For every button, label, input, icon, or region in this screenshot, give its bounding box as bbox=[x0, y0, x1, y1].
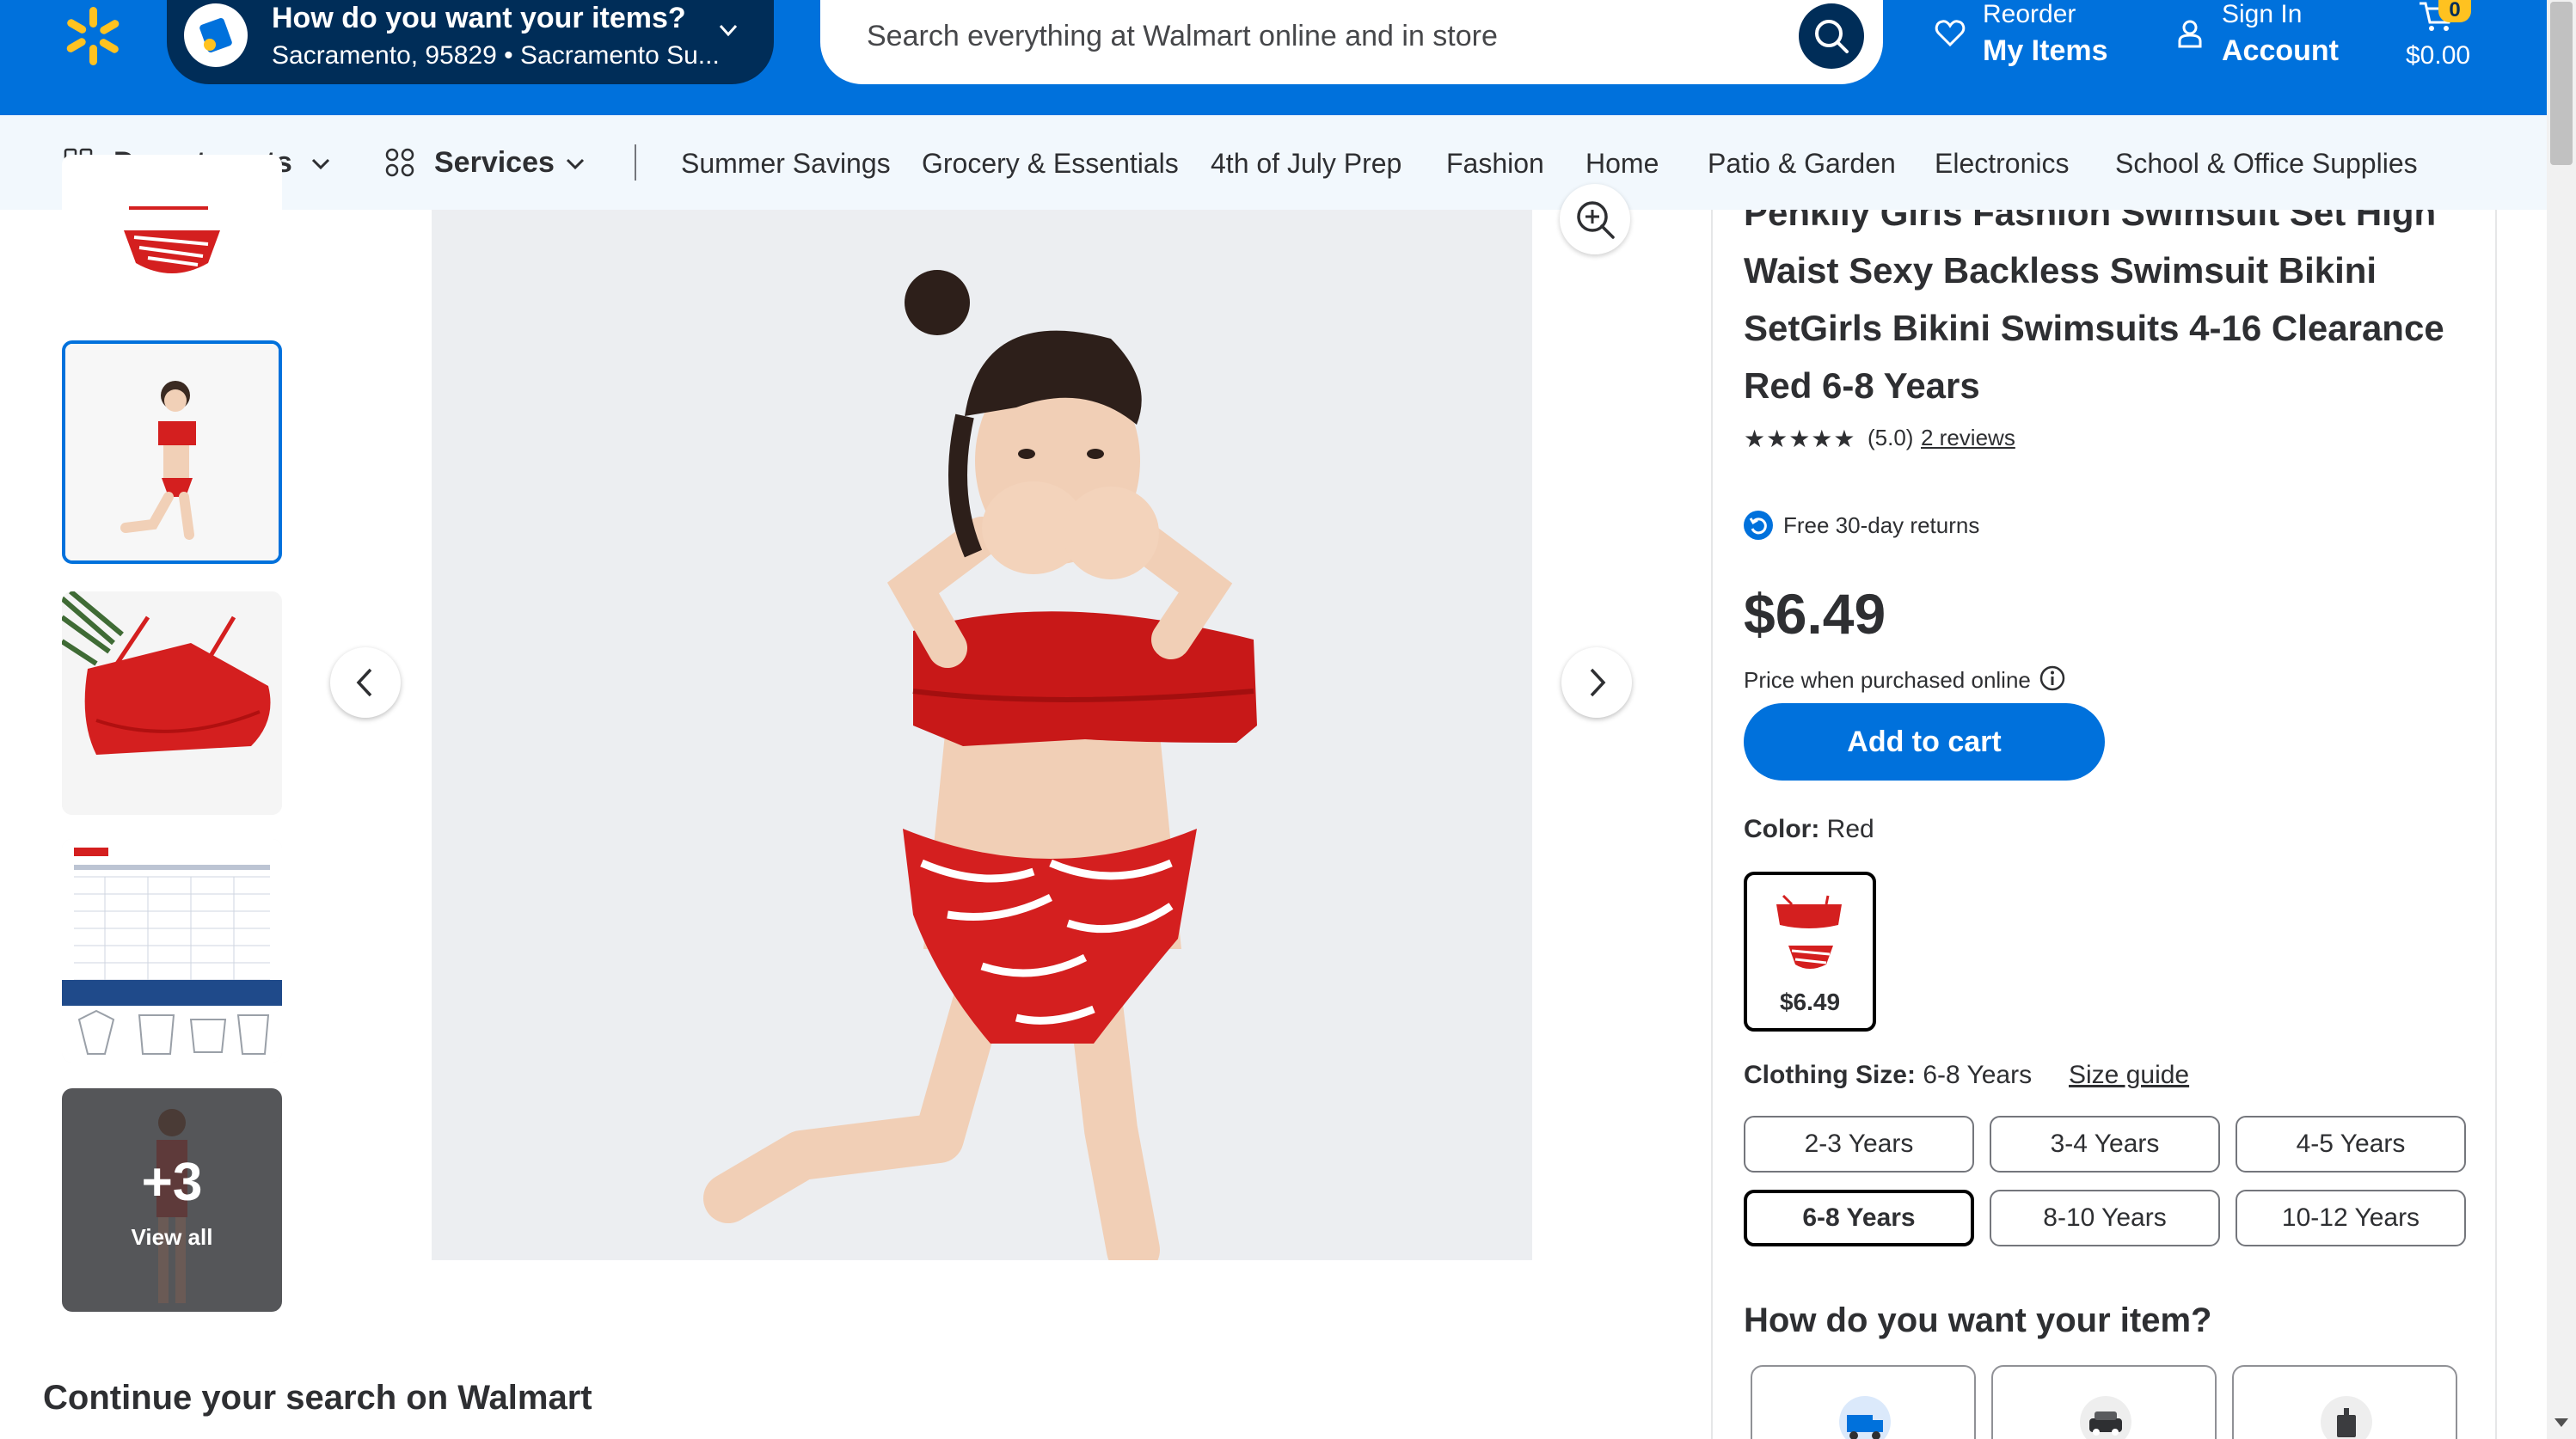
swatch-price: $6.49 bbox=[1779, 989, 1841, 1015]
panel-divider bbox=[1711, 210, 1713, 1439]
nav-divider bbox=[635, 144, 636, 181]
search-bar bbox=[820, 0, 1883, 84]
shipping-truck-icon bbox=[1839, 1396, 1891, 1439]
heart-icon bbox=[1935, 20, 1966, 47]
view-all-label: View all bbox=[131, 1224, 213, 1250]
nav-summer-savings[interactable]: Summer Savings bbox=[681, 148, 891, 180]
nav-grocery-essentials[interactable]: Grocery & Essentials bbox=[922, 148, 1179, 180]
my-items-label: My Items bbox=[1983, 34, 2108, 67]
delivery-option-card[interactable] bbox=[2232, 1365, 2457, 1439]
size-option-6-8-selected[interactable]: 6-8 Years bbox=[1744, 1190, 1974, 1246]
page-scrollbar[interactable] bbox=[2547, 0, 2576, 1439]
color-swatch-red[interactable]: $6.49 bbox=[1744, 872, 1876, 1032]
view-all-count: +3 bbox=[141, 1153, 203, 1212]
color-label-key: Color: bbox=[1744, 815, 1820, 843]
previous-image-button[interactable] bbox=[330, 647, 401, 718]
view-all-thumbnail[interactable]: +3 View all bbox=[62, 1088, 282, 1312]
zoom-in-icon bbox=[1577, 201, 1615, 239]
store-pickup-icon bbox=[184, 3, 248, 67]
add-to-cart-button[interactable]: Add to cart bbox=[1744, 703, 2105, 781]
services-label: Services bbox=[434, 146, 555, 179]
size-label-key: Clothing Size: bbox=[1744, 1061, 1916, 1089]
sign-in-label: Sign In bbox=[2222, 0, 2303, 28]
search-icon bbox=[1815, 20, 1849, 53]
chevron-right-icon bbox=[1590, 668, 1606, 697]
pickup-car-icon bbox=[2080, 1396, 2131, 1439]
reorder-my-items-link[interactable]: Reorder My Items bbox=[1935, 0, 2132, 84]
nav-electronics[interactable]: Electronics bbox=[1935, 148, 2070, 180]
header: How do you want your items? Sacramento, … bbox=[0, 0, 2547, 115]
chevron-left-icon bbox=[356, 668, 372, 697]
location-title: How do you want your items? bbox=[272, 2, 686, 34]
nav-home[interactable]: Home bbox=[1585, 148, 1659, 180]
product-title-area: Penkiiy Girls Fashion Swimsuit Set High … bbox=[1744, 210, 2483, 413]
product-title: Penkiiy Girls Fashion Swimsuit Set High … bbox=[1744, 210, 2444, 406]
size-value: 6-8 Years bbox=[1923, 1061, 2033, 1089]
shipping-option-card[interactable] bbox=[1751, 1365, 1976, 1439]
color-label: Color: Red bbox=[1744, 815, 1874, 844]
category-nav: Departments Services Summer Savings Groc… bbox=[0, 115, 2547, 210]
nav-patio-garden[interactable]: Patio & Garden bbox=[1708, 148, 1896, 180]
product-price: $6.49 bbox=[1744, 582, 1886, 646]
reviews-link[interactable]: 2 reviews bbox=[1921, 425, 2015, 451]
size-option-10-12[interactable]: 10-12 Years bbox=[2236, 1190, 2466, 1246]
size-option-3-4[interactable]: 3-4 Years bbox=[1990, 1116, 2220, 1173]
product-thumbnail-size-chart[interactable] bbox=[62, 839, 282, 1062]
reorder-label: Reorder bbox=[1983, 0, 2076, 28]
product-thumbnail[interactable] bbox=[62, 155, 282, 315]
services-icon bbox=[385, 148, 414, 177]
cart-count-badge: 0 bbox=[2438, 0, 2471, 22]
pickup-option-card[interactable] bbox=[1991, 1365, 2217, 1439]
product-thumbnail[interactable] bbox=[62, 591, 282, 815]
search-input[interactable] bbox=[867, 15, 1727, 57]
walmart-spark-logo[interactable] bbox=[60, 3, 126, 69]
chevron-down-icon bbox=[566, 158, 585, 170]
panel-divider bbox=[2495, 210, 2497, 1439]
size-option-8-10[interactable]: 8-10 Years bbox=[1990, 1190, 2220, 1246]
size-option-2-3[interactable]: 2-3 Years bbox=[1744, 1116, 1974, 1173]
free-returns-text: Free 30-day returns bbox=[1783, 512, 1980, 538]
scroll-down-arrow-icon[interactable] bbox=[2555, 1418, 2568, 1427]
size-guide-link[interactable]: Size guide bbox=[2069, 1061, 2189, 1090]
location-selector[interactable]: How do you want your items? Sacramento, … bbox=[167, 0, 774, 84]
star-rating-icon: ★★★★★ bbox=[1744, 426, 1856, 452]
main-product-image[interactable] bbox=[432, 210, 1532, 1277]
chevron-down-icon bbox=[719, 24, 738, 37]
account-label: Account bbox=[2222, 34, 2339, 67]
delivery-bag-icon bbox=[2321, 1396, 2372, 1439]
sign-in-account-link[interactable]: Sign In Account bbox=[2177, 0, 2375, 84]
continue-search-heading: Continue your search on Walmart bbox=[43, 1379, 592, 1417]
fulfillment-heading: How do you want your item? bbox=[1744, 1301, 2212, 1339]
nav-fashion[interactable]: Fashion bbox=[1446, 148, 1544, 180]
product-thumbnail-selected[interactable] bbox=[62, 340, 282, 564]
zoom-button[interactable] bbox=[1560, 184, 1630, 254]
cart-total: $0.00 bbox=[2406, 41, 2471, 70]
nav-school-office-supplies[interactable]: School & Office Supplies bbox=[2115, 148, 2418, 180]
rating-value: (5.0) bbox=[1868, 425, 1914, 450]
next-image-button[interactable] bbox=[1561, 647, 1632, 718]
search-button[interactable] bbox=[1799, 3, 1864, 69]
nav-4th-of-july-prep[interactable]: 4th of July Prep bbox=[1211, 148, 1401, 180]
color-value: Red bbox=[1826, 815, 1874, 843]
price-note: Price when purchased online bbox=[1744, 667, 2031, 693]
location-subtitle: Sacramento, 95829 • Sacramento Su... bbox=[272, 41, 720, 70]
scrollbar-thumb[interactable] bbox=[2550, 2, 2573, 165]
returns-icon bbox=[1744, 511, 1773, 540]
info-icon[interactable] bbox=[2039, 665, 2065, 691]
user-icon bbox=[2178, 20, 2202, 48]
chevron-down-icon bbox=[311, 158, 330, 170]
size-label: Clothing Size: 6-8 Years bbox=[1744, 1061, 2032, 1090]
size-option-4-5[interactable]: 4-5 Years bbox=[2236, 1116, 2466, 1173]
